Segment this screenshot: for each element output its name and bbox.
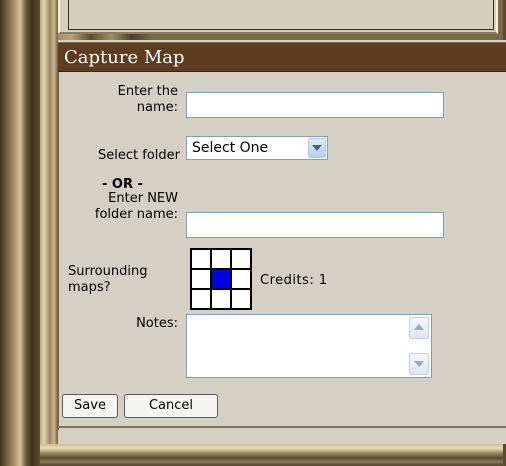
frame-left-inner-molding xyxy=(40,0,58,444)
scroll-up-icon[interactable] xyxy=(409,317,429,339)
grid-cell-s[interactable] xyxy=(212,290,230,308)
new-folder-label-line1: Enter NEW xyxy=(108,191,178,206)
grid-cell-n[interactable] xyxy=(212,250,230,268)
notes-textarea[interactable] xyxy=(186,314,432,378)
previous-panel-border xyxy=(68,0,494,30)
frame-left-molding xyxy=(0,0,40,466)
surrounding-label: Surrounding maps? xyxy=(68,264,188,296)
grid-cell-sw[interactable] xyxy=(192,290,210,308)
name-label-line1: Enter the xyxy=(117,84,178,99)
notes-label: Notes: xyxy=(136,316,178,331)
name-input[interactable] xyxy=(186,92,444,118)
panel-bottom-divider xyxy=(58,426,506,428)
surrounding-label-line1: Surrounding xyxy=(68,264,148,279)
folder-select[interactable]: Select One xyxy=(186,136,328,160)
save-button[interactable]: Save xyxy=(62,394,118,418)
credits-text: Credits: 1 xyxy=(260,273,328,288)
grid-cell-ne[interactable] xyxy=(232,250,250,268)
grid-cell-se[interactable] xyxy=(232,290,250,308)
grid-cell-w[interactable] xyxy=(192,270,210,288)
surrounding-label-line2: maps? xyxy=(68,280,111,295)
folder-label: Select folder xyxy=(98,148,180,163)
or-divider: - OR - xyxy=(102,177,143,192)
grid-cell-nw[interactable] xyxy=(192,250,210,268)
panel-title: Capture Map xyxy=(58,42,506,72)
cancel-button[interactable]: Cancel xyxy=(124,394,218,418)
surrounding-maps-grid[interactable] xyxy=(190,248,252,310)
grid-cell-e[interactable] xyxy=(232,270,250,288)
name-label: Enter the name: xyxy=(90,84,178,116)
grid-cell-center[interactable] xyxy=(212,270,230,288)
name-label-line2: name: xyxy=(136,100,178,115)
new-folder-input[interactable] xyxy=(186,212,444,238)
chevron-down-icon[interactable] xyxy=(308,138,326,158)
folder-select-value: Select One xyxy=(192,140,269,156)
scroll-down-icon[interactable] xyxy=(409,353,429,375)
frame-bottom-molding xyxy=(40,444,506,466)
new-folder-label-line2: folder name: xyxy=(94,207,178,222)
new-folder-label: Enter NEW folder name: xyxy=(62,191,178,223)
